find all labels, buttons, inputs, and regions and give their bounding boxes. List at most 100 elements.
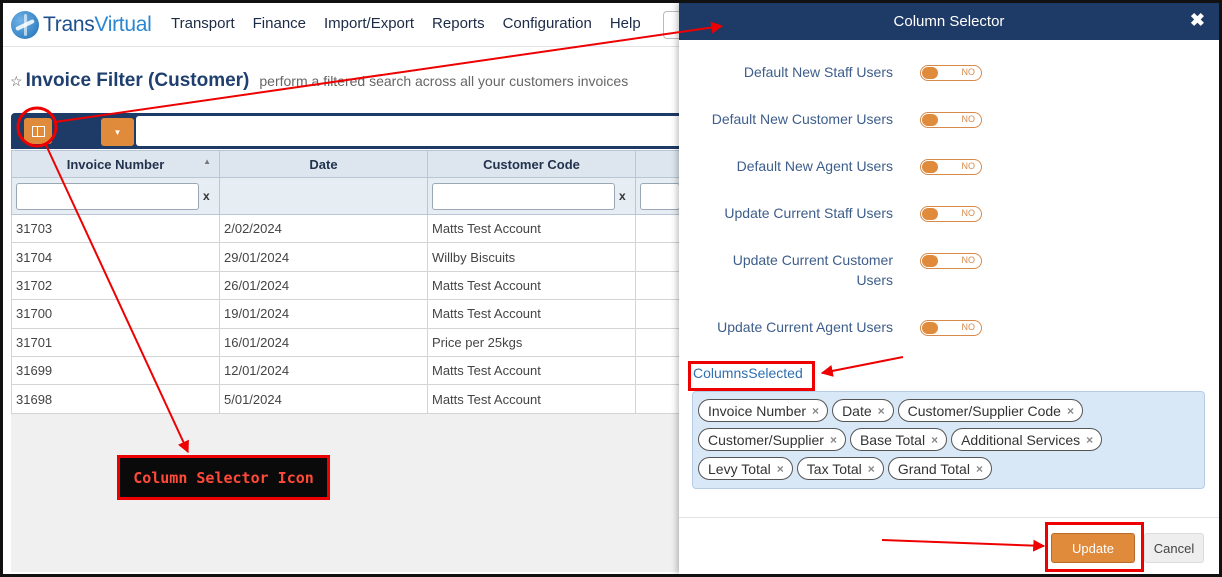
cell-date: 16/01/2024 <box>219 327 428 357</box>
toggle-state: NO <box>961 161 976 171</box>
table-row[interactable]: 31700 19/01/2024 Matts Test Account <box>11 299 692 329</box>
column-selector-dialog: Column Selector ✖ Default New Staff User… <box>679 3 1219 574</box>
tag-base-total: Base Total × <box>849 428 948 451</box>
close-icon[interactable]: ✖ <box>1190 10 1205 31</box>
highlight-columns-selected <box>688 361 815 391</box>
menu-configuration[interactable]: Configuration <box>503 15 592 32</box>
invoice-grid: Invoice Number ▲ Date Customer Code x x 3… <box>11 150 692 414</box>
clear-filter-button[interactable]: x <box>619 189 626 203</box>
table-row[interactable]: 31699 12/01/2024 Matts Test Account <box>11 355 692 386</box>
filter-cell: x <box>427 177 636 215</box>
cancel-button[interactable]: Cancel <box>1144 533 1204 563</box>
toggle-default-new-staff[interactable]: NO <box>920 65 982 81</box>
toggle-knob <box>922 114 938 126</box>
tag-date: Date × <box>832 399 894 422</box>
columns-icon <box>31 125 45 137</box>
cell-date: 19/01/2024 <box>219 299 428 329</box>
favourite-star-icon[interactable]: ☆ <box>10 73 23 90</box>
logo[interactable]: TransVirtual <box>11 10 152 40</box>
toggle-state: NO <box>961 67 976 77</box>
toolbar-dropdown-button[interactable]: ▼ <box>101 118 134 146</box>
toggle-state: NO <box>961 322 976 332</box>
remove-tag-icon[interactable]: × <box>878 404 885 418</box>
grid-empty-area <box>11 414 691 572</box>
remove-tag-icon[interactable]: × <box>777 462 784 476</box>
cell-invoice-number: 31700 <box>11 299 220 329</box>
table-row[interactable]: 31703 2/02/2024 Matts Test Account <box>11 213 692 244</box>
cell-invoice-number: 31704 <box>11 242 220 272</box>
table-row[interactable]: 31701 16/01/2024 Price per 25kgs <box>11 327 692 357</box>
menu-help[interactable]: Help <box>610 15 641 32</box>
toggle-default-new-customer[interactable]: NO <box>920 112 982 128</box>
remove-tag-icon[interactable]: × <box>931 433 938 447</box>
toggle-update-current-staff[interactable]: NO <box>920 206 982 222</box>
main-menu: Transport Finance Import/Export Reports … <box>171 15 641 32</box>
globe-logo-icon <box>11 11 39 39</box>
tag-levy-total: Levy Total × <box>698 457 793 480</box>
cell-date: 12/01/2024 <box>219 355 428 386</box>
annotation-callout: Column Selector Icon <box>117 455 330 500</box>
columns-selected-multiselect[interactable]: Invoice Number × Date × Customer/Supplier … <box>692 391 1205 489</box>
toggle-default-new-agent[interactable]: NO <box>920 159 982 175</box>
cell-invoice-number: 31699 <box>11 355 220 386</box>
column-header-customer-code[interactable]: Customer Code <box>427 150 636 178</box>
tag-invoice-number: Invoice Number × <box>698 399 829 422</box>
cell-customer-code: Matts Test Account <box>427 299 636 329</box>
toggle-update-current-agent[interactable]: NO <box>920 320 982 336</box>
clear-filter-button[interactable]: x <box>203 189 210 203</box>
tag-customer-supplier-code: Customer/Supplier Code × <box>897 399 1083 422</box>
remove-tag-icon[interactable]: × <box>1086 433 1093 447</box>
table-row[interactable]: 31702 26/01/2024 Matts Test Account <box>11 270 692 301</box>
option-label-update-current-agent: Update Current Agent Users <box>717 319 893 335</box>
table-row[interactable]: 31704 29/01/2024 Willby Biscuits <box>11 242 692 272</box>
logo-text: TransVirtual <box>43 13 152 36</box>
customer-code-filter-input[interactable] <box>432 182 615 210</box>
toggle-knob <box>922 208 938 220</box>
page-title: Invoice Filter (Customer) <box>25 70 250 91</box>
remove-tag-icon[interactable]: × <box>812 404 819 418</box>
tag-customer-supplier: Customer/Supplier × <box>698 428 846 451</box>
cell-customer-code: Willby Biscuits <box>427 242 636 272</box>
remove-tag-icon[interactable]: × <box>1067 404 1074 418</box>
page-subtitle: perform a filtered search across all you… <box>259 73 629 89</box>
tag-grand-total: Grand Total × <box>887 457 992 480</box>
toggle-state: NO <box>961 114 976 124</box>
cell-customer-code: Matts Test Account <box>427 270 636 301</box>
cell-invoice-number: 31702 <box>11 270 220 301</box>
grid-toolbar: ▼ <box>11 113 696 149</box>
remove-tag-icon[interactable]: × <box>868 462 875 476</box>
column-selector-button[interactable] <box>24 118 52 144</box>
remove-tag-icon[interactable]: × <box>976 462 983 476</box>
cell-date: 5/01/2024 <box>219 384 428 414</box>
option-label-default-new-staff: Default New Staff Users <box>743 64 893 80</box>
cell-customer-code: Price per 25kgs <box>427 327 636 357</box>
page-header: ☆ Invoice Filter (Customer) perform a fi… <box>10 70 628 92</box>
option-label-update-current-customer: Update Current Customer Users <box>732 252 893 288</box>
menu-finance[interactable]: Finance <box>253 15 306 32</box>
toggle-update-current-customer[interactable]: NO <box>920 253 982 269</box>
option-label-update-current-staff: Update Current Staff Users <box>724 205 893 221</box>
cell-invoice-number: 31698 <box>11 384 220 414</box>
caret-down-icon: ▼ <box>113 127 122 137</box>
remove-tag-icon[interactable]: × <box>830 433 837 447</box>
next-filter-input[interactable] <box>640 182 680 210</box>
toggle-knob <box>922 67 938 79</box>
invoice-number-filter-input[interactable] <box>16 182 199 210</box>
toggle-knob <box>922 161 938 173</box>
tag-tax-total: Tax Total × <box>796 457 884 480</box>
cell-date: 2/02/2024 <box>219 213 428 244</box>
cell-invoice-number: 31703 <box>11 213 220 244</box>
filter-cell <box>219 177 428 215</box>
cell-customer-code: Matts Test Account <box>427 355 636 386</box>
column-header-invoice-number[interactable]: Invoice Number ▲ <box>11 150 220 178</box>
menu-reports[interactable]: Reports <box>432 15 485 32</box>
table-row[interactable]: 31698 5/01/2024 Matts Test Account <box>11 384 692 414</box>
menu-import-export[interactable]: Import/Export <box>324 15 414 32</box>
toolbar-search-input[interactable] <box>136 116 696 146</box>
column-header-date[interactable]: Date <box>219 150 428 178</box>
tag-additional-services: Additional Services × <box>951 428 1103 451</box>
sort-asc-icon: ▲ <box>203 157 211 166</box>
highlight-update-button <box>1045 522 1144 572</box>
menu-transport[interactable]: Transport <box>171 15 235 32</box>
cell-customer-code: Matts Test Account <box>427 384 636 414</box>
